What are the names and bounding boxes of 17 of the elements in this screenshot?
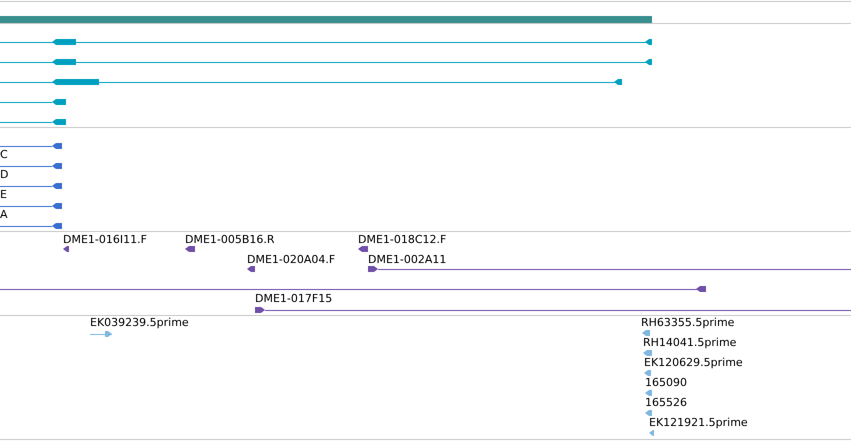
feature-label: D	[0, 168, 8, 182]
feature-label: DME1-017F15	[255, 292, 332, 306]
feature-label: DME1-020A04.F	[247, 253, 336, 267]
feature-label: C	[0, 148, 8, 162]
feature-label: DME1-016I11.F	[63, 233, 147, 247]
feature-label: 165090	[645, 376, 687, 390]
feature-label: A	[0, 208, 8, 222]
feature-label: EK120629.5prime	[644, 356, 743, 370]
feature-label: DME1-002A11	[368, 253, 446, 267]
feature-label: RH14041.5prime	[643, 336, 736, 350]
feature-label: 165526	[645, 396, 687, 410]
feature-label: EK039239.5prime	[90, 316, 189, 330]
feature-label: DME1-018C12.F	[358, 233, 446, 247]
feature-label: RH63355.5prime	[641, 316, 734, 330]
feature-label: EK121921.5prime	[649, 416, 748, 430]
feature-label: E	[0, 188, 7, 202]
feature-label: DME1-005B16.R	[185, 233, 275, 247]
